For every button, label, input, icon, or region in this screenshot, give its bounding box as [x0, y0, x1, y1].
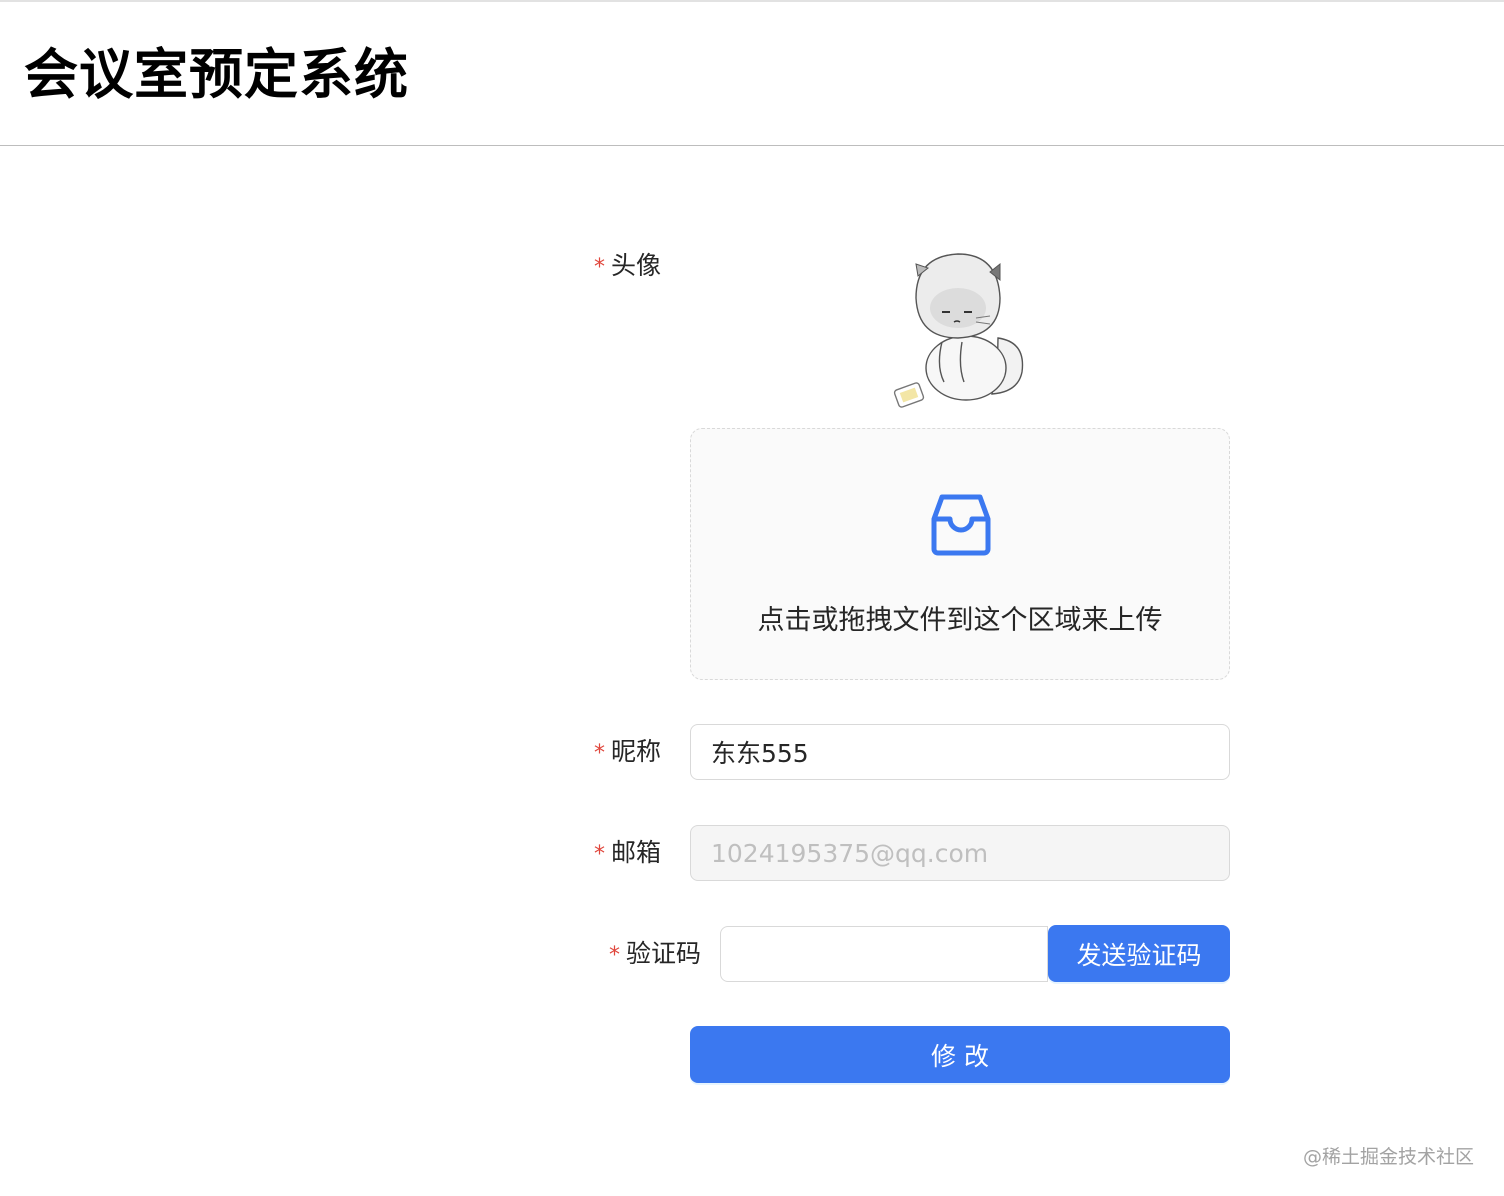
- nickname-label-text: 昵称: [611, 737, 662, 766]
- avatar-label-text: 头像: [611, 251, 662, 280]
- required-mark: *: [594, 842, 605, 867]
- email-label-text: 邮箱: [611, 838, 662, 867]
- upload-dropzone[interactable]: 点击或拖拽文件到这个区域来上传: [690, 428, 1230, 680]
- upload-hint: 点击或拖拽文件到这个区域来上传: [757, 605, 1163, 636]
- email-label: * 邮箱: [594, 838, 661, 870]
- required-mark: *: [594, 255, 605, 280]
- required-mark: *: [594, 741, 605, 766]
- captcha-label-text: 验证码: [626, 939, 702, 968]
- inbox-icon: [931, 494, 991, 556]
- captcha-label: * 验证码: [609, 939, 701, 971]
- avatar-image: [893, 253, 1024, 408]
- page-header: 会议室预定系统: [0, 2, 1504, 146]
- send-captcha-button[interactable]: 发送验证码: [1048, 925, 1230, 982]
- email-input: [690, 825, 1230, 881]
- required-mark: *: [609, 943, 620, 968]
- nickname-label: * 昵称: [594, 737, 661, 769]
- app-title: 会议室预定系统: [24, 43, 409, 106]
- avatar-label: * 头像: [594, 251, 661, 283]
- submit-button[interactable]: 修 改: [690, 1026, 1230, 1083]
- watermark: @稀土掘金技术社区: [1302, 1146, 1474, 1168]
- nickname-input[interactable]: [690, 724, 1230, 780]
- captcha-input[interactable]: [720, 926, 1048, 982]
